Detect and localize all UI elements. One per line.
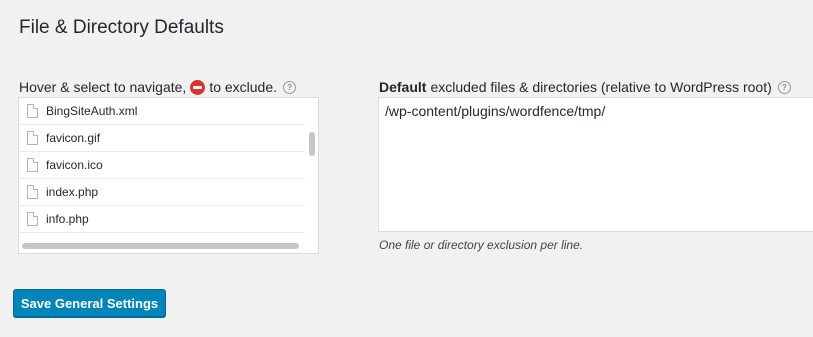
exclusions-label-text: excluded files & directories (relative t… <box>430 79 772 95</box>
file-row[interactable]: favicon.gif <box>19 125 305 152</box>
file-browser-label-text: Hover & select to navigate, <box>19 79 187 95</box>
file-icon <box>27 212 38 226</box>
help-icon[interactable]: ? <box>777 80 791 94</box>
file-name: info.php <box>46 212 89 226</box>
horizontal-scrollbar[interactable] <box>22 243 299 249</box>
file-name: BingSiteAuth.xml <box>46 104 138 118</box>
file-icon <box>27 104 38 118</box>
minus-circle-icon <box>190 79 206 95</box>
file-icon <box>27 158 38 172</box>
file-icon <box>27 185 38 199</box>
help-icon[interactable]: ? <box>283 80 297 94</box>
file-browser-label-text-after: to exclude. <box>209 79 278 95</box>
exclusions-label-bold: Default <box>379 79 427 95</box>
file-browser-label: Hover & select to navigate, to exclude. … <box>19 79 297 95</box>
section-title: File & Directory Defaults <box>19 17 224 38</box>
file-row[interactable]: BingSiteAuth.xml <box>19 98 305 125</box>
file-browser[interactable]: BingSiteAuth.xml favicon.gif favicon.ico… <box>18 97 319 254</box>
exclusions-hint: One file or directory exclusion per line… <box>379 238 584 252</box>
file-name: favicon.ico <box>46 158 103 172</box>
save-general-settings-button[interactable]: Save General Settings <box>13 289 166 317</box>
file-name: index.php <box>46 185 99 199</box>
vertical-scrollbar[interactable] <box>309 132 315 156</box>
file-row[interactable]: index.php <box>19 179 305 206</box>
file-row[interactable]: info.php <box>19 206 305 233</box>
exclusions-label: Default excluded files & directories (re… <box>379 79 791 95</box>
file-icon <box>27 131 38 145</box>
exclusions-textarea[interactable]: /wp-content/plugins/wordfence/tmp/ <box>378 97 813 232</box>
file-name: favicon.gif <box>46 131 101 145</box>
file-row[interactable]: favicon.ico <box>19 152 305 179</box>
